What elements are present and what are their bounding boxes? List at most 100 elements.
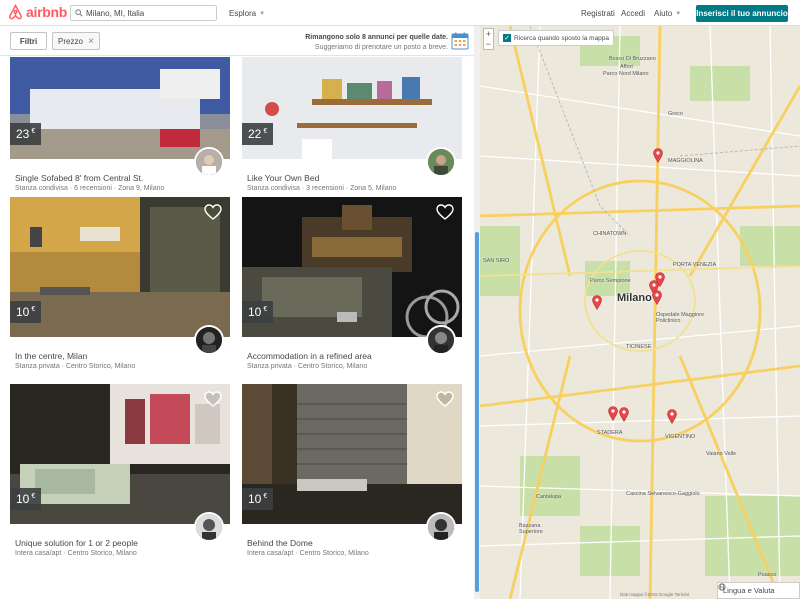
listing-card[interactable]: 10 € Accommodation in a refined area Stan…: [242, 197, 462, 370]
heart-icon[interactable]: [436, 204, 454, 220]
currency-symbol: €: [263, 492, 268, 500]
avatar[interactable]: [194, 325, 224, 355]
listing-card[interactable]: 10 € Unique solution for 1 or 2 people In…: [10, 384, 230, 557]
chevron-down-icon: ▼: [259, 10, 266, 17]
language-currency-button[interactable]: Lingua e Valuta: [717, 582, 800, 599]
host-avatar-image: [196, 149, 222, 175]
listing-photo[interactable]: 10 €: [10, 197, 230, 337]
currency-symbol: €: [31, 127, 36, 135]
avatar[interactable]: [426, 512, 456, 542]
listing-photo[interactable]: 22 €: [242, 57, 462, 159]
listing-photo-image: [242, 384, 462, 524]
login-link[interactable]: Accedi: [621, 9, 645, 18]
register-link[interactable]: Registrati: [581, 9, 615, 18]
host-avatar-image: [428, 514, 454, 540]
listing-card[interactable]: 10 € Behind the Dome Intera casa/apt · Ce…: [242, 384, 462, 557]
map-label: CHINATOWN: [593, 231, 627, 237]
price-value: 10: [248, 492, 262, 506]
price-value: 10: [16, 492, 30, 506]
listing-photo-image: [10, 197, 230, 337]
zoom-out-button[interactable]: −: [484, 39, 493, 49]
help-menu[interactable]: Aiuto ▼: [654, 9, 681, 18]
map-zoom-control[interactable]: + −: [483, 28, 494, 50]
search-when-map-moves-label: Ricerca quando sposto la mappa: [514, 34, 610, 42]
currency-symbol: €: [263, 127, 268, 135]
listing-title[interactable]: Single Sofabed 8' from Central St.: [15, 173, 143, 183]
explore-label: Esplora: [229, 9, 257, 18]
map-pin-icon[interactable]: [667, 409, 677, 424]
map-pin-icon[interactable]: [608, 406, 618, 421]
listing-photo[interactable]: 10 €: [10, 384, 230, 524]
avatar[interactable]: [426, 147, 456, 177]
language-currency-label: Lingua e Valuta: [723, 586, 775, 595]
avatar[interactable]: [426, 325, 456, 355]
calendar-icon: [451, 32, 469, 50]
location-search[interactable]: [70, 5, 217, 21]
map-label: Bazzana Superiore: [519, 523, 543, 535]
search-input[interactable]: [86, 8, 206, 18]
map-view[interactable]: + − ✓ Ricerca quando sposto la mappa Bos…: [480, 26, 800, 599]
help-label: Aiuto: [654, 9, 673, 18]
listing-title[interactable]: Like Your Own Bed: [247, 173, 319, 183]
listing-photo[interactable]: 10 €: [242, 384, 462, 524]
avatar[interactable]: [194, 147, 224, 177]
close-icon[interactable]: ×: [88, 36, 94, 47]
host-avatar-image: [196, 514, 222, 540]
listing-subtitle: Stanza condivisa · 6 recensioni · Zona 9…: [15, 185, 165, 192]
filter-bar: Filtri Prezzo × Rimangono solo 8 annunci…: [0, 26, 476, 56]
explore-menu[interactable]: Esplora ▼: [229, 9, 265, 18]
price-tag: 23 €: [10, 123, 42, 145]
listing-card[interactable]: 23 € Single Sofabed 8' from Central St. S…: [10, 57, 230, 192]
listing-subtitle: Intera casa/apt · Centro Storico, Milano: [15, 550, 137, 557]
map-label: Greco: [668, 111, 683, 117]
map-label: Parco Nord Milano: [603, 71, 649, 77]
listing-subtitle: Stanza condivisa · 3 recensioni · Zona 5…: [247, 185, 397, 192]
currency-symbol: €: [263, 305, 268, 313]
listing-title[interactable]: In the centre, Milan: [15, 351, 87, 361]
map-label: Cantalupa: [536, 494, 562, 500]
map-canvas: [480, 26, 800, 599]
listing-photo[interactable]: 23 €: [10, 57, 230, 159]
map-pin-icon[interactable]: [592, 295, 602, 310]
map-pin-icon[interactable]: [653, 148, 663, 163]
scroll-thumb[interactable]: [475, 232, 479, 592]
listing-title[interactable]: Accommodation in a refined area: [247, 351, 372, 361]
notice-subtext: Suggeriamo di prenotare un posto a breve…: [314, 44, 448, 51]
listing-card[interactable]: 22 € Like Your Own Bed Stanza condivisa ·…: [242, 57, 462, 192]
listing-photo-image: [242, 197, 462, 337]
listing-card[interactable]: 10 € In the centre, Milan Stanza privata …: [10, 197, 230, 370]
price-tag: 22 €: [242, 123, 274, 145]
price-value: 23: [16, 127, 30, 141]
price-tag: 10 €: [10, 488, 42, 510]
checkbox-checked-icon[interactable]: ✓: [503, 34, 511, 42]
heart-icon[interactable]: [204, 391, 222, 407]
currency-symbol: €: [31, 305, 36, 313]
avatar[interactable]: [194, 512, 224, 542]
search-when-map-moves-toggle[interactable]: ✓ Ricerca quando sposto la mappa: [498, 30, 615, 46]
city-label: Milano: [617, 292, 652, 304]
map-label: PORTA VENEZIA: [673, 262, 717, 268]
map-label: Cascina Selvanesco-Gaggiolo: [626, 491, 700, 497]
map-pin-icon[interactable]: [619, 407, 629, 422]
heart-icon[interactable]: [436, 391, 454, 407]
globe-icon: [718, 583, 726, 591]
zoom-in-button[interactable]: +: [484, 29, 493, 39]
price-tag: 10 €: [242, 301, 274, 323]
map-label: Poasco: [758, 572, 777, 578]
map-label: VIGENTINO: [665, 434, 696, 440]
price-filter-chip[interactable]: Prezzo ×: [52, 32, 100, 50]
map-pin-icon[interactable]: [652, 290, 662, 305]
filters-button[interactable]: Filtri: [10, 32, 47, 50]
listing-title[interactable]: Unique solution for 1 or 2 people: [15, 538, 138, 548]
heart-icon[interactable]: [204, 204, 222, 220]
listing-photo[interactable]: 10 €: [242, 197, 462, 337]
brand-name: airbnb: [26, 4, 67, 20]
airbnb-logo[interactable]: airbnb: [8, 4, 67, 20]
map-label: Affori: [620, 64, 633, 70]
listing-photo-image: [242, 57, 462, 159]
map-label: TICINESE: [626, 344, 652, 350]
map-label: MAGGIOLINA: [668, 158, 703, 164]
price-value: 10: [248, 305, 262, 319]
list-your-space-button[interactable]: Inserisci il tuo annuncio: [696, 5, 788, 22]
listing-title[interactable]: Behind the Dome: [247, 538, 313, 548]
